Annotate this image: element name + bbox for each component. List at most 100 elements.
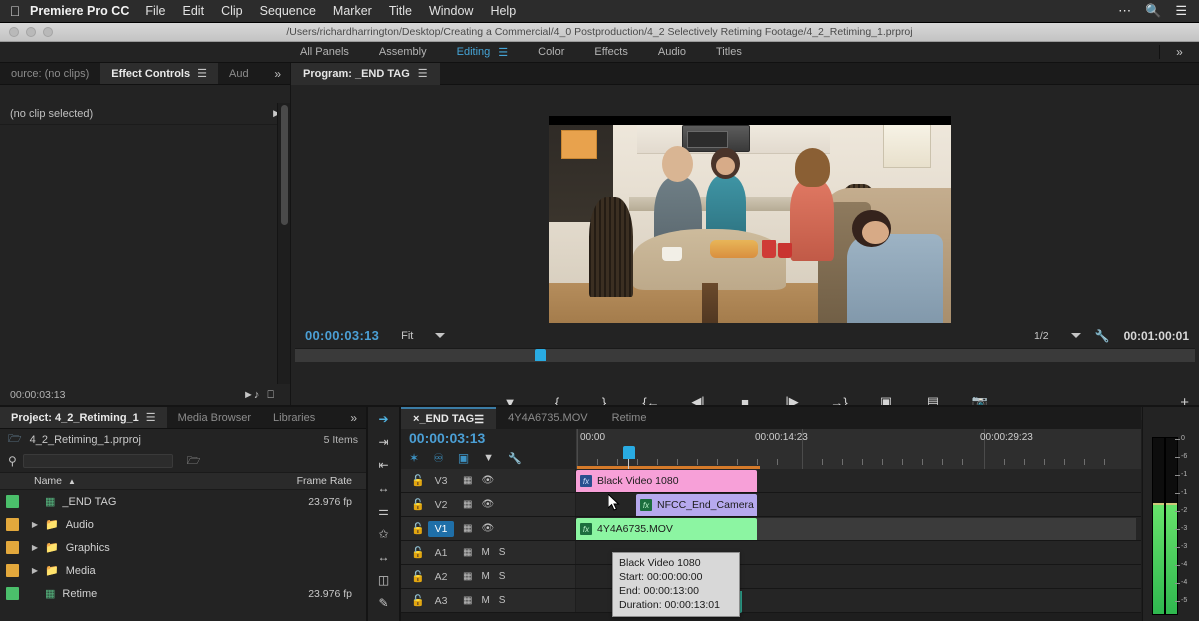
workspace-editing[interactable]: Editing (457, 46, 499, 58)
chevron-down-icon[interactable] (1070, 333, 1081, 338)
track-lane-v1[interactable]: fx 4Y4A6735.MOV (576, 517, 1141, 540)
close-button[interactable] (9, 27, 19, 37)
razor-tool[interactable]: ✩ (368, 522, 399, 545)
rate-stretch-tool[interactable]: ⚌ (368, 499, 399, 522)
lock-icon[interactable]: 🔓 (411, 570, 425, 583)
marker-icon[interactable]: ▼ (483, 452, 494, 464)
mute-button-a1[interactable]: M (481, 547, 489, 558)
track-header-a1[interactable]: 🔓 A1 ▦ M S (401, 541, 575, 564)
eye-icon[interactable]: 👁 (481, 499, 494, 510)
rolling-edit-tool[interactable]: ↔ (368, 476, 399, 499)
export-frame-icon[interactable]: ⎕ (267, 389, 290, 402)
workspace-assembly[interactable]: Assembly (379, 46, 457, 58)
zoom-level-select[interactable]: Fit (401, 330, 446, 342)
wrench-icon[interactable]: 🔧 (1095, 329, 1110, 343)
track-name-a3[interactable]: A3 (428, 595, 454, 607)
track-header-v2[interactable]: 🔓 V2 ▦ 👁 (401, 493, 575, 516)
slip-tool[interactable]: ↔ (368, 545, 399, 568)
panel-divider-vertical[interactable] (290, 63, 291, 406)
menu-marker[interactable]: Marker (333, 4, 372, 18)
expand-arrow-icon[interactable]: ▶ (29, 566, 41, 575)
lock-icon[interactable]: 🔓 (411, 594, 425, 607)
mute-button-a3[interactable]: M (481, 595, 489, 606)
tabs-overflow-icon[interactable]: » (265, 63, 290, 84)
track-name-v3[interactable]: V3 (428, 475, 454, 487)
mute-button-a2[interactable]: M (481, 571, 489, 582)
workspace-effects[interactable]: Effects (594, 46, 657, 58)
menu-window[interactable]: Window (429, 4, 473, 18)
track-header-v1[interactable]: 🔓 V1 ▦ 👁 (401, 517, 575, 540)
list-icon[interactable]: ☰ (1175, 3, 1187, 19)
expand-arrow-icon[interactable]: ▶ (29, 520, 41, 529)
timeline-ruler[interactable]: 00:00 00:00:14:23 00:00:29:23 (576, 429, 1141, 469)
menu-clip[interactable]: Clip (221, 4, 243, 18)
pen-tool[interactable]: ✎ (368, 591, 399, 614)
track-name-v2[interactable]: V2 (428, 499, 454, 511)
lock-icon[interactable]: 🔓 (411, 498, 425, 511)
tab-sequence-retime[interactable]: Retime (600, 407, 659, 429)
track-header-a3[interactable]: 🔓 A3 ▦ M S (401, 589, 575, 612)
minimize-button[interactable] (26, 27, 36, 37)
workspace-overflow-icon[interactable]: » (1159, 45, 1199, 59)
panel-menu-icon[interactable]: ☰ (197, 67, 207, 80)
play-audio-icon[interactable]: ►♪ (243, 389, 267, 401)
workspace-menu-icon[interactable]: ☰ (498, 46, 508, 59)
track-header-a2[interactable]: 🔓 A2 ▦ M S (401, 565, 575, 588)
list-item[interactable]: ▶ 📁 Graphics (0, 536, 366, 559)
menu-edit[interactable]: Edit (183, 4, 205, 18)
clip-nfcc-end-camera[interactable]: fx NFCC_End_Camera ( (636, 494, 757, 516)
panel-menu-icon[interactable]: ☰ (146, 411, 156, 424)
panel-menu-icon[interactable]: ☰ (474, 413, 484, 426)
lock-icon[interactable]: 🔓 (411, 546, 425, 559)
tab-source[interactable]: ource: (no clips) (0, 63, 101, 84)
eye-icon[interactable]: 👁 (481, 523, 494, 534)
tab-media-browser[interactable]: Media Browser (166, 407, 263, 428)
tab-program-end-tag[interactable]: Program: _END TAG ☰ (291, 62, 440, 85)
list-item[interactable]: ▦ Retime 23.976 fp (0, 582, 366, 605)
linked-selection-icon[interactable]: ♾ (433, 451, 444, 465)
menu-help[interactable]: Help (490, 4, 516, 18)
menu-sequence[interactable]: Sequence (260, 4, 316, 18)
clip-4y4a6735-mov[interactable]: fx 4Y4A6735.MOV (576, 518, 757, 540)
tab-sequence-end-tag[interactable]: × _END TAG ☰ (401, 407, 497, 429)
selection-tool[interactable]: ➔ (368, 407, 399, 430)
clip-black-video-1080[interactable]: fx Black Video 1080 (576, 470, 757, 492)
track-lane-v3[interactable]: fx Black Video 1080 (576, 469, 1141, 492)
lock-icon[interactable]: 🔓 (411, 522, 425, 535)
track-header-v3[interactable]: 🔓 V3 ▦ 👁 (401, 469, 575, 492)
apple-logo-icon[interactable]:  (0, 4, 30, 18)
menu-title[interactable]: Title (389, 4, 412, 18)
sync-lock-icon[interactable]: ▦ (463, 523, 472, 534)
list-item[interactable]: ▶ 📁 Audio (0, 513, 366, 536)
audio-meters[interactable]: 0 -6 -1 -1 -2 -3 -3 -4 -4 -5 (1143, 407, 1199, 621)
track-name-v1[interactable]: V1 (428, 520, 454, 537)
ripple-edit-tool[interactable]: ⇤ (368, 453, 399, 476)
playback-resolution-label[interactable]: 1/2 (1034, 330, 1049, 342)
wrench-icon[interactable]: 🔧 (508, 452, 522, 465)
program-scrub-bar[interactable] (295, 348, 1195, 363)
search-icon[interactable]: ⚲ (8, 454, 17, 468)
workspace-color[interactable]: Color (538, 46, 594, 58)
column-name[interactable]: Name (0, 475, 62, 487)
tab-project[interactable]: Project: 4_2_Retiming_1 ☰ (0, 407, 167, 428)
sort-ascending-icon[interactable]: ▲ (68, 477, 76, 486)
effect-controls-scrollbar[interactable] (277, 103, 290, 424)
tab-effect-controls[interactable]: Effect Controls ☰ (100, 63, 218, 84)
search-input[interactable] (22, 454, 173, 468)
timeline-current-timecode[interactable]: 00:00:03:13 (409, 430, 485, 446)
tabs-overflow-icon[interactable]: » (341, 407, 366, 428)
chevron-down-icon[interactable] (435, 333, 446, 338)
workspace-all-panels[interactable]: All Panels (300, 46, 379, 58)
zoom-button[interactable] (43, 27, 53, 37)
tab-libraries[interactable]: Libraries (262, 407, 327, 428)
sync-lock-icon[interactable]: ▦ (463, 499, 472, 510)
track-name-a1[interactable]: A1 (428, 547, 454, 559)
slide-tool[interactable]: ◫ (368, 568, 399, 591)
workspace-audio[interactable]: Audio (658, 46, 716, 58)
panel-divider-horizontal[interactable] (0, 405, 1199, 407)
expand-arrow-icon[interactable]: ▶ (29, 543, 41, 552)
app-name-menu[interactable]: Premiere Pro CC (30, 4, 129, 18)
list-item[interactable]: ▶ 📁 Media (0, 559, 366, 582)
lock-icon[interactable]: 🔓 (411, 474, 425, 487)
sync-lock-icon[interactable]: ▦ (463, 571, 472, 582)
